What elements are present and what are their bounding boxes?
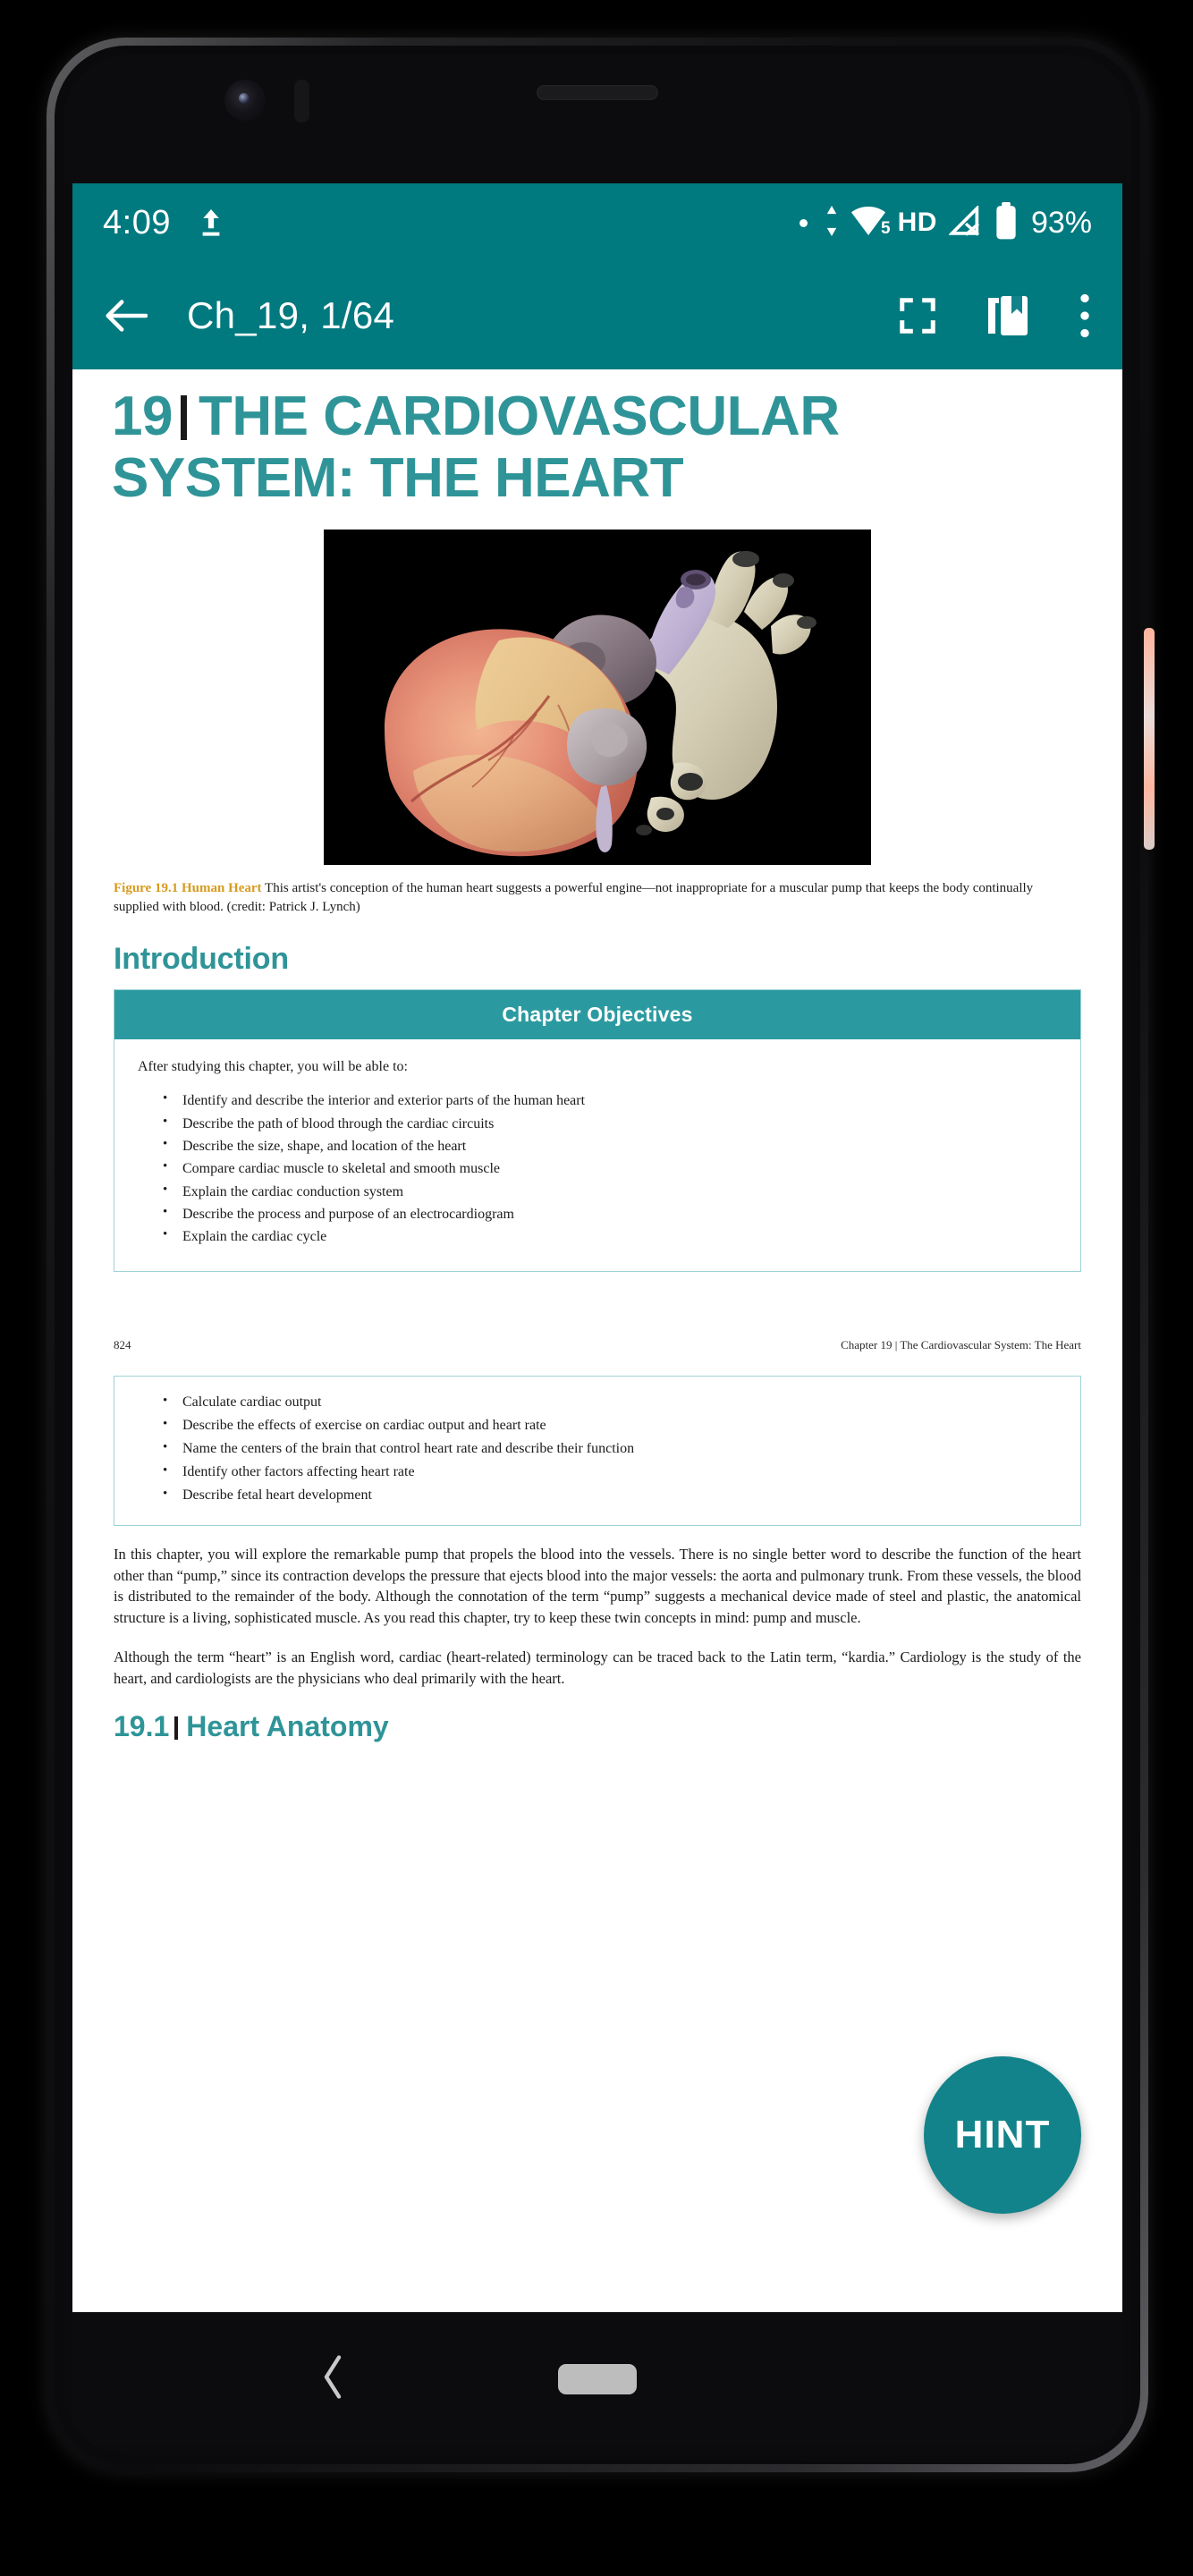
wifi-badge: 5 <box>881 218 891 238</box>
chapter-objectives-box: Chapter Objectives After studying this c… <box>114 989 1081 1273</box>
hint-button[interactable]: HINT <box>924 2056 1081 2214</box>
list-item: Compare cardiac muscle to skeletal and s… <box>163 1157 1057 1180</box>
list-item: Describe the effects of exercise on card… <box>163 1413 1057 1437</box>
list-item: Identify and describe the interior and e… <box>163 1089 1057 1112</box>
list-item: Describe the path of blood through the c… <box>163 1112 1057 1135</box>
title-divider-bar <box>180 395 187 440</box>
nav-home-pill[interactable] <box>558 2364 637 2394</box>
page-footer: 824 Chapter 19 | The Cardiovascular Syst… <box>114 1338 1081 1352</box>
list-item: Describe fetal heart development <box>163 1483 1057 1507</box>
signal-off-icon <box>948 204 983 241</box>
body-paragraph: Although the term “heart” is an English … <box>114 1648 1081 1687</box>
proximity-sensor-icon <box>294 80 309 123</box>
status-bar: 4:09 5 HD 93% <box>72 183 1122 262</box>
notification-dot <box>799 218 808 227</box>
android-navigation-bar <box>72 2312 1122 2446</box>
wifi-icon: 5 <box>850 206 891 240</box>
subsection-heading: 19.1 Heart Anatomy <box>114 1710 1083 1743</box>
body-paragraph: In this chapter, you will explore the re… <box>114 1545 1081 1627</box>
toolbar-title: Ch_19, 1/64 <box>187 294 395 336</box>
fullscreen-icon[interactable] <box>897 295 938 336</box>
top-bezel <box>63 55 1131 183</box>
phone-screen: 4:09 5 HD 93% Ch_19, 1/64 19 THE CARDIOV… <box>63 55 1131 2455</box>
list-item: Explain the cardiac conduction system <box>163 1180 1057 1203</box>
page-title: 19 THE CARDIOVASCULAR SYSTEM: THE HEART <box>112 386 1083 510</box>
list-item: Calculate cardiac output <box>163 1390 1057 1414</box>
list-item: Identify other factors affecting heart r… <box>163 1460 1057 1484</box>
chapter-objectives-intro: After studying this chapter, you will be… <box>138 1059 408 1075</box>
app-viewport: 4:09 5 HD 93% Ch_19, 1/64 19 THE CARDIOV… <box>72 183 1122 2321</box>
subsection-divider-bar <box>174 1716 179 1741</box>
phone-bezel: 4:09 5 HD 93% Ch_19, 1/64 19 THE CARDIOV… <box>55 46 1140 2464</box>
figure-human-heart <box>324 529 871 865</box>
hd-label: HD <box>897 208 937 237</box>
earpiece-speaker <box>537 85 658 100</box>
chapter-number: 19 <box>112 386 173 447</box>
running-head: Chapter 19 | The Cardiovascular System: … <box>841 1338 1081 1352</box>
list-item: Describe the process and purpose of an e… <box>163 1202 1057 1225</box>
phone-frame: 4:09 5 HD 93% Ch_19, 1/64 19 THE CARDIOV… <box>0 0 1193 2576</box>
back-arrow-icon[interactable] <box>103 298 148 334</box>
list-item: Explain the cardiac cycle <box>163 1224 1057 1248</box>
chapter-objectives-list-continued: Calculate cardiac output Describe the ef… <box>163 1390 1057 1507</box>
subsection-title: Heart Anatomy <box>186 1710 389 1743</box>
battery-percentage: 93% <box>1030 205 1092 240</box>
phone-body: 4:09 5 HD 93% Ch_19, 1/64 19 THE CARDIOV… <box>47 38 1155 2472</box>
nav-back-icon[interactable] <box>321 2355 344 2403</box>
chapter-objectives-list: Identify and describe the interior and e… <box>163 1089 1057 1248</box>
data-transfer-icon <box>825 205 839 241</box>
list-item: Describe the size, shape, and location o… <box>163 1134 1057 1157</box>
list-item: Name the centers of the brain that contr… <box>163 1436 1057 1461</box>
introduction-heading: Introduction <box>114 942 289 977</box>
app-toolbar: Ch_19, 1/64 <box>72 262 1122 369</box>
power-side-button[interactable] <box>1144 628 1155 850</box>
bookmark-icon[interactable] <box>985 292 1031 339</box>
document-page[interactable]: 19THE CARDIOVASCULAR SYSTEM: THE HEART <box>72 369 1122 2321</box>
chapter-objectives-box-continued: Calculate cardiac output Describe the ef… <box>114 1376 1081 1526</box>
battery-icon <box>994 201 1018 244</box>
figure-caption: Figure 19.1 Human Heart This artist's co… <box>114 879 1081 918</box>
chapter-title-text: THE CARDIOVASCULAR SYSTEM: THE HEART <box>112 386 840 510</box>
more-vertical-icon[interactable] <box>1078 292 1092 339</box>
chapter-objectives-header: Chapter Objectives <box>114 990 1080 1040</box>
figure-caption-label: Figure 19.1 Human Heart <box>114 880 262 895</box>
page-number: 824 <box>114 1338 131 1352</box>
status-bar-clock: 4:09 <box>103 203 171 242</box>
upload-icon <box>198 207 224 239</box>
subsection-number: 19.1 <box>114 1710 170 1743</box>
front-camera-icon <box>224 80 266 121</box>
